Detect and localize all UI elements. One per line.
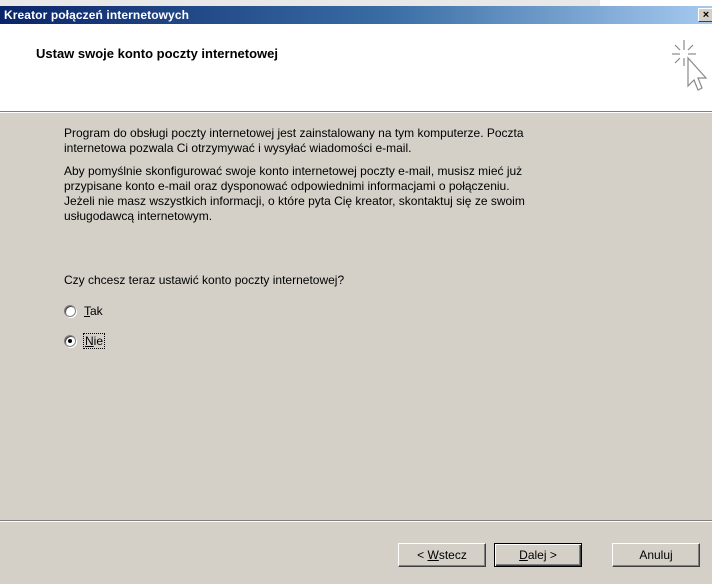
requirements-line-4: usługodawcą internetowym. <box>64 209 213 223</box>
radio-button-yes[interactable] <box>64 305 76 317</box>
radio-label-yes[interactable]: Tak <box>84 304 103 318</box>
wizard-header: Ustaw swoje konto poczty internetowej <box>0 24 712 113</box>
wizard-cursor-icon <box>672 40 708 91</box>
title-bar[interactable]: Kreator połączeń internetowych × <box>0 6 712 24</box>
radio-label-no[interactable]: Nie <box>82 333 106 349</box>
intro-line-1: Program do obsługi poczty internetowej j… <box>64 126 524 140</box>
wizard-content: Program do obsługi poczty internetowej j… <box>0 114 712 514</box>
setup-question: Czy chcesz teraz ustawić konto poczty in… <box>64 273 345 287</box>
intro-line-2: internetowa pozwala Ci otrzymywać i wysy… <box>64 141 412 155</box>
close-button[interactable]: × <box>698 8 712 22</box>
requirements-line-3: Jeżeli nie masz wszystkich informacji, o… <box>64 194 525 208</box>
radio-option-yes[interactable]: Tak <box>64 303 103 319</box>
wizard-button-bar: < Wstecz Dalej > Anuluj <box>0 520 712 584</box>
radio-option-no[interactable]: Nie <box>64 333 106 349</box>
requirements-line-2: przypisane konto e-mail oraz dysponować … <box>64 179 510 193</box>
radio-button-no[interactable] <box>64 335 76 347</box>
back-button[interactable]: < Wstecz <box>398 543 486 567</box>
page-heading: Ustaw swoje konto poczty internetowej <box>36 46 278 61</box>
close-icon: × <box>702 9 710 21</box>
window-title: Kreator połączeń internetowych <box>4 8 190 22</box>
requirements-paragraph: Aby pomyślnie skonfigurować swoje konto … <box>64 164 634 224</box>
intro-paragraph: Program do obsługi poczty internetowej j… <box>64 126 634 156</box>
next-button[interactable]: Dalej > <box>494 543 582 567</box>
cancel-button[interactable]: Anuluj <box>612 543 700 567</box>
requirements-line-1: Aby pomyślnie skonfigurować swoje konto … <box>64 164 523 178</box>
